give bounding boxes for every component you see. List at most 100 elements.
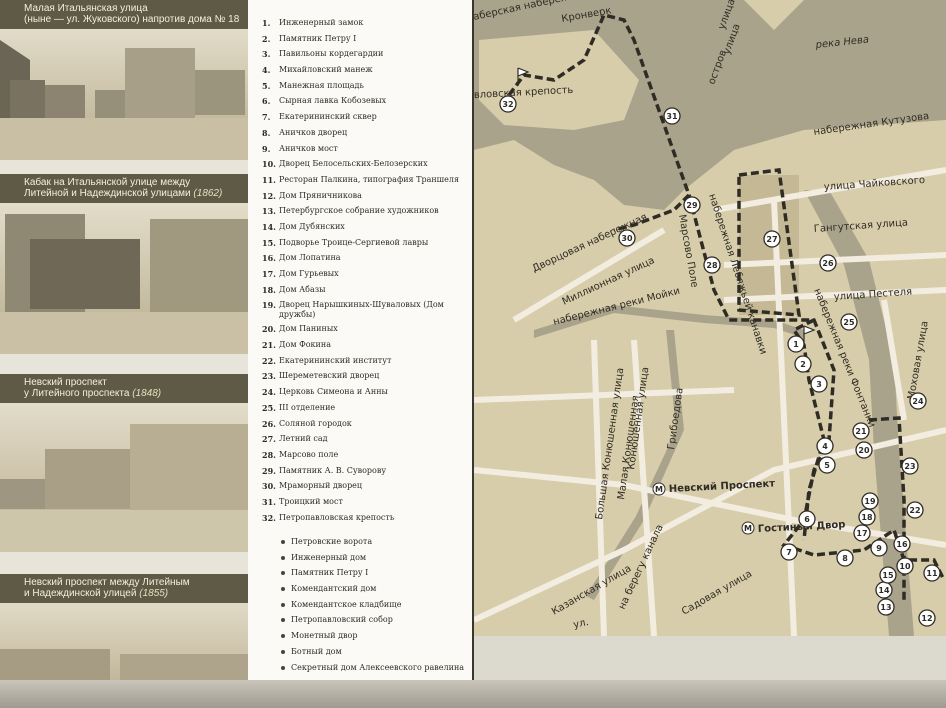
- caption-year: (1848): [132, 388, 162, 399]
- street-label: ул.: [572, 617, 589, 631]
- map-marker-label: 26: [822, 259, 834, 268]
- list-item: 2. Памятник Петру I: [262, 33, 357, 44]
- list-item: 8. Аничков дворец: [262, 127, 348, 138]
- photo-column: Малая Итальянская улица (ныне — ул. Жуко…: [0, 0, 248, 708]
- list-item: 14. Дом Дубянских: [262, 221, 345, 232]
- photo-block-3: Невский проспект у Литейного проспекта (…: [0, 374, 248, 552]
- map-marker-label: 12: [921, 614, 932, 623]
- map-marker-label: 11: [926, 569, 938, 578]
- map-marker-label: 15: [882, 571, 894, 580]
- list-item: 32. Петропавловская крепость: [262, 512, 395, 523]
- caption-year: (1855): [139, 588, 169, 599]
- photo-block-1: Малая Итальянская улица (ныне — ул. Жуко…: [0, 0, 248, 160]
- sublist-item: Петропавловский собор: [280, 615, 464, 631]
- caption-line-1: Невский проспект между Литейным: [24, 577, 190, 588]
- map-marker-label: 24: [912, 397, 924, 406]
- map-marker-label: 28: [706, 261, 718, 270]
- list-item: 19. Дворец Нарышкиных-Шуваловых (Дом друж…: [262, 300, 444, 320]
- road: [474, 387, 735, 403]
- map-marker-label: 14: [878, 586, 890, 595]
- map-marker-label: 23: [904, 462, 915, 471]
- list-item: 29. Памятник А. В. Суворову: [262, 465, 387, 476]
- metro-label-nevsky: Невский Проспект: [669, 478, 776, 495]
- list-item: 21. Дом Фокина: [262, 340, 331, 351]
- caption-year: (1862): [193, 188, 223, 199]
- photo-caption: Невский проспект у Литейного проспекта (…: [0, 374, 248, 403]
- map-marker-label: 22: [909, 506, 920, 515]
- map-svg: аберская набережная Кронверк улица река …: [474, 0, 946, 636]
- street-label: Моховая улица: [906, 320, 931, 400]
- map-marker-label: 5: [824, 461, 830, 470]
- map-marker-label: 13: [880, 603, 891, 612]
- caption-line-2: Литейной и Надеждинской улицами: [24, 188, 191, 199]
- map-marker-label: 19: [864, 497, 876, 506]
- list-item: 11. Ресторан Палкина, типография Траншеля: [262, 174, 459, 185]
- list-item: 27. Летний сад: [262, 434, 328, 445]
- caption-line-2: (ныне — ул. Жуковского) напротив дома № …: [24, 14, 240, 25]
- page-margin: [474, 636, 946, 680]
- list-item: 17. Дом Гурьевых: [262, 269, 339, 279]
- photo-caption: Малая Итальянская улица (ныне — ул. Жуко…: [0, 0, 248, 29]
- list-item: 20. Дом Паниных: [262, 324, 338, 335]
- map-marker-label: 3: [816, 380, 822, 389]
- list-item: 24. Церковь Симеона и Анны: [262, 387, 388, 398]
- map-marker-label: 31: [666, 112, 678, 121]
- caption-line-1: Невский проспект: [24, 377, 107, 388]
- list-item: 5. Манежная площадь: [262, 80, 364, 91]
- map-marker-label: 9: [876, 544, 882, 553]
- street-label: Садовая улица: [680, 569, 754, 618]
- map-marker-label: 29: [686, 201, 698, 210]
- metro-icon: M: [744, 524, 752, 533]
- map-marker-label: 6: [804, 515, 810, 524]
- list-item: 28. Марсово поле: [262, 449, 339, 460]
- map-marker-label: 21: [855, 427, 867, 436]
- map-marker-label: 10: [899, 562, 911, 571]
- map-marker-label: 30: [621, 234, 633, 243]
- sublist-item: Памятник Петру I: [280, 568, 464, 584]
- caption-line-1: Кабак на Итальянской улице между: [24, 177, 191, 188]
- flag-icon: [803, 325, 816, 344]
- list-item: 16. Дом Лопатина: [262, 253, 341, 264]
- sublist-item: Инженерный дом: [280, 553, 464, 569]
- map-marker-label: 20: [858, 446, 870, 455]
- map-marker-label: 4: [822, 442, 828, 451]
- list-item: 10. Дворец Белосельских-Белозерских: [262, 159, 428, 170]
- places-list-panel: 1. Инженерный замок 2. Памятник Петру I 3.…: [248, 0, 472, 680]
- page-footer: [0, 680, 946, 708]
- photo-caption: Кабак на Итальянской улице между Литейно…: [0, 174, 248, 203]
- map-marker-label: 17: [856, 529, 867, 538]
- route-map: аберская набережная Кронверк улица река …: [474, 0, 946, 636]
- map-marker-label: 1: [793, 340, 799, 349]
- caption-line-2: и Надеждинской улицей: [24, 588, 137, 599]
- list-item: 9. Аничков мост: [262, 143, 338, 154]
- map-marker-label: 8: [842, 554, 848, 563]
- map-marker-label: 16: [896, 540, 908, 549]
- map-marker-label: 7: [786, 548, 792, 557]
- caption-line-1: Малая Итальянская улица: [24, 3, 148, 14]
- places-list: 1. Инженерный замок 2. Памятник Петру I 3.…: [262, 18, 469, 528]
- caption-line-2: у Литейного проспекта: [24, 388, 130, 399]
- list-item: 30. Мраморный дворец: [262, 481, 363, 492]
- sublist-item: Комендантское кладбище: [280, 600, 464, 616]
- list-item: 31. Троицкий мост: [262, 496, 343, 507]
- photo-block-2: Кабак на Итальянской улице между Литейно…: [0, 174, 248, 354]
- list-item: 23. Шереметевский дворец: [262, 371, 380, 382]
- list-item: 4. Михайловский манеж: [262, 65, 373, 76]
- list-item: 18. Дом Абазы: [262, 284, 326, 295]
- list-item: 26. Соляной городок: [262, 418, 352, 429]
- list-item: 7. Екатерининский сквер: [262, 112, 377, 123]
- sublist-item: Петровские ворота: [280, 537, 464, 553]
- map-marker-label: 32: [502, 100, 513, 109]
- sublist-item: Секретный дом Алексеевского равелина: [280, 663, 464, 679]
- photo-caption: Невский проспект между Литейным и Надежд…: [0, 574, 248, 603]
- map-marker-label: 18: [861, 513, 873, 522]
- list-item: 6. Сырная лавка Кобозевых: [262, 96, 387, 107]
- street-label: улица Чайковского: [823, 175, 925, 193]
- sublist-item: Монетный двор: [280, 631, 464, 647]
- list-item: 3. Павильоны кордегардии: [262, 49, 384, 60]
- list-item: 22. Екатерининский институт: [262, 355, 392, 366]
- map-marker-label: 27: [766, 235, 777, 244]
- list-item: 13. Петербургское собрание художников: [262, 206, 439, 217]
- sublist-item: Ботный дом: [280, 647, 464, 663]
- list-item: 1. Инженерный замок: [262, 18, 364, 28]
